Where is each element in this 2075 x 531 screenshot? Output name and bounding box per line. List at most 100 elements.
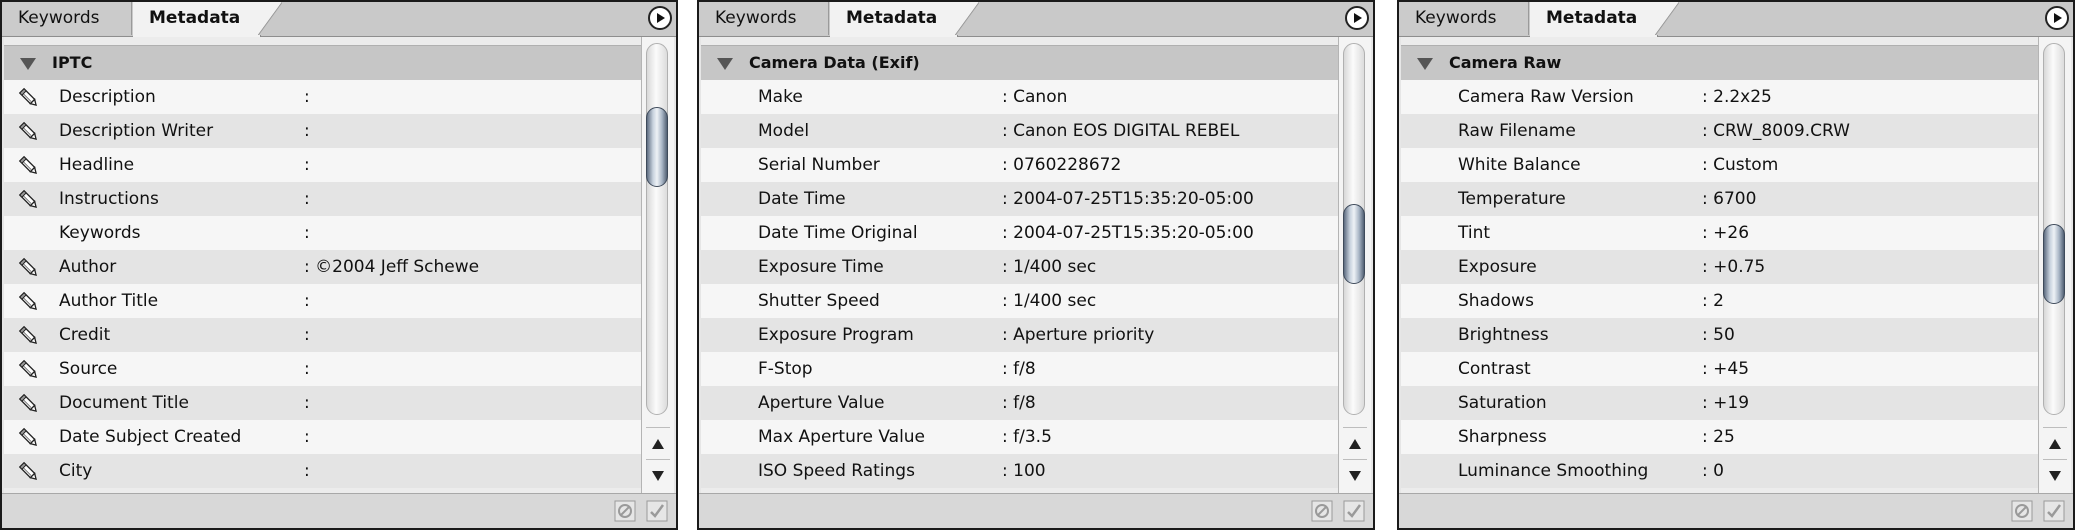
field-label: Saturation <box>1458 393 1547 413</box>
arrow-down-icon <box>2049 471 2061 481</box>
checkmark-icon[interactable] <box>646 500 668 522</box>
section-header[interactable]: IPTC <box>4 45 644 81</box>
field-label: City <box>59 461 93 481</box>
field-label: Raw Filename <box>1458 121 1576 141</box>
metadata-row: Luminance Smoothing: 0 <box>1401 454 2041 488</box>
checkmark-icon[interactable] <box>2043 500 2065 522</box>
metadata-row[interactable]: Credit: <box>4 318 644 352</box>
section-title: IPTC <box>52 53 93 72</box>
metadata-row[interactable]: Document Title: <box>4 386 644 420</box>
field-value: : +45 <box>1702 359 1750 379</box>
field-value[interactable]: : <box>304 386 310 420</box>
field-label: Keywords <box>59 223 141 243</box>
cancel-icon[interactable] <box>2011 500 2033 522</box>
field-value[interactable]: : <box>304 318 310 352</box>
scroll-up-button[interactable] <box>646 427 670 460</box>
scroll-thumb[interactable] <box>646 107 668 188</box>
scroll-up-button[interactable] <box>2043 427 2067 460</box>
scroll-down-button[interactable] <box>2043 459 2067 492</box>
metadata-list: Camera Data (Exif) Make: Canon Model: Cano… <box>701 37 1341 493</box>
metadata-row[interactable]: Author Title: <box>4 284 644 318</box>
vertical-scrollbar[interactable] <box>1338 37 1371 493</box>
pencil-icon <box>18 393 40 415</box>
panel-footer <box>1399 493 2073 528</box>
tab-metadata[interactable]: Metadata <box>830 2 979 37</box>
metadata-row: Max Aperture Value: f/3.5 <box>701 420 1341 454</box>
field-value[interactable]: : <box>304 284 310 318</box>
field-label: Tint <box>1458 223 1491 243</box>
scroll-down-button[interactable] <box>1343 459 1367 492</box>
pencil-icon <box>18 121 40 143</box>
metadata-row: Keywords: <box>4 216 644 250</box>
metadata-row: Date Time: 2004-07-25T15:35:20-05:00 <box>701 182 1341 216</box>
field-label: Exposure Time <box>758 257 884 277</box>
metadata-row: Exposure Program: Aperture priority <box>701 318 1341 352</box>
field-label: Aperture Value <box>758 393 885 413</box>
field-value: : 6700 <box>1702 189 1757 209</box>
pencil-icon <box>18 257 40 279</box>
field-value[interactable]: : <box>304 182 310 216</box>
cancel-icon[interactable] <box>614 500 636 522</box>
scroll-thumb[interactable] <box>2043 224 2065 305</box>
arrow-down-icon <box>1349 471 1361 481</box>
vertical-scrollbar[interactable] <box>641 37 674 493</box>
field-value: : 2004-07-25T15:35:20-05:00 <box>1002 223 1254 243</box>
metadata-row[interactable]: Instructions: <box>4 182 644 216</box>
field-label: Contrast <box>1458 359 1531 379</box>
panel-menu-button[interactable] <box>648 6 672 30</box>
field-value[interactable]: : <box>304 352 310 386</box>
scroll-up-button[interactable] <box>1343 427 1367 460</box>
metadata-row: F-Stop: f/8 <box>701 352 1341 386</box>
metadata-row: Tint: +26 <box>1401 216 2041 250</box>
field-label: Author <box>59 257 117 277</box>
pencil-icon <box>18 155 40 177</box>
panel-footer <box>2 493 676 528</box>
section-header[interactable]: Camera Raw <box>1401 45 2041 81</box>
metadata-row[interactable]: Source: <box>4 352 644 386</box>
panel-menu-button[interactable] <box>2045 6 2069 30</box>
disclosure-triangle-icon[interactable] <box>717 58 733 70</box>
scroll-down-button[interactable] <box>646 459 670 492</box>
metadata-panel: Keywords Metadata Camera Data (Exif) Make: … <box>697 0 1375 530</box>
metadata-row[interactable]: Description: <box>4 80 644 114</box>
section-header[interactable]: Camera Data (Exif) <box>701 45 1341 81</box>
cancel-icon[interactable] <box>1311 500 1333 522</box>
vertical-scrollbar[interactable] <box>2038 37 2071 493</box>
metadata-row: Shadows: 2 <box>1401 284 2041 318</box>
scroll-thumb[interactable] <box>1343 203 1365 284</box>
tab-keywords[interactable]: Keywords <box>1399 2 1529 35</box>
checkmark-icon[interactable] <box>1343 500 1365 522</box>
tab-keywords[interactable]: Keywords <box>699 2 829 35</box>
metadata-row[interactable]: Author : ©2004 Jeff Schewe <box>4 250 644 284</box>
section-title: Camera Data (Exif) <box>749 53 920 72</box>
tab-keywords[interactable]: Keywords <box>2 2 132 35</box>
tab-bar: Keywords Metadata <box>1399 2 2073 37</box>
scroll-track[interactable] <box>646 43 668 415</box>
panel-menu-button[interactable] <box>1345 6 1369 30</box>
panel-footer <box>699 493 1373 528</box>
disclosure-triangle-icon[interactable] <box>20 58 36 70</box>
field-value[interactable]: : <box>304 114 310 148</box>
tab-metadata[interactable]: Metadata <box>1530 2 1679 37</box>
field-label: Shadows <box>1458 291 1534 311</box>
pencil-icon <box>18 427 40 449</box>
field-value[interactable]: : ©2004 Jeff Schewe <box>304 250 479 284</box>
tab-metadata[interactable]: Metadata <box>133 2 282 37</box>
metadata-panel: Keywords Metadata IPTC Description: Descript… <box>0 0 678 530</box>
field-label: Make <box>758 87 803 107</box>
field-value: : 2004-07-25T15:35:20-05:00 <box>1002 189 1254 209</box>
field-value[interactable]: : <box>304 420 310 454</box>
metadata-row[interactable]: Headline: <box>4 148 644 182</box>
field-value[interactable]: : <box>304 148 310 182</box>
metadata-row: Temperature: 6700 <box>1401 182 2041 216</box>
disclosure-triangle-icon[interactable] <box>1417 58 1433 70</box>
field-value[interactable]: : <box>304 454 310 488</box>
field-value[interactable]: : <box>304 80 310 114</box>
metadata-row[interactable]: City: <box>4 454 644 488</box>
arrow-down-icon <box>652 471 664 481</box>
metadata-row: Aperture Value: f/8 <box>701 386 1341 420</box>
metadata-row: Make: Canon <box>701 80 1341 114</box>
field-label: Luminance Smoothing <box>1458 461 1649 481</box>
metadata-row[interactable]: Date Subject Created: <box>4 420 644 454</box>
metadata-row[interactable]: Description Writer: <box>4 114 644 148</box>
